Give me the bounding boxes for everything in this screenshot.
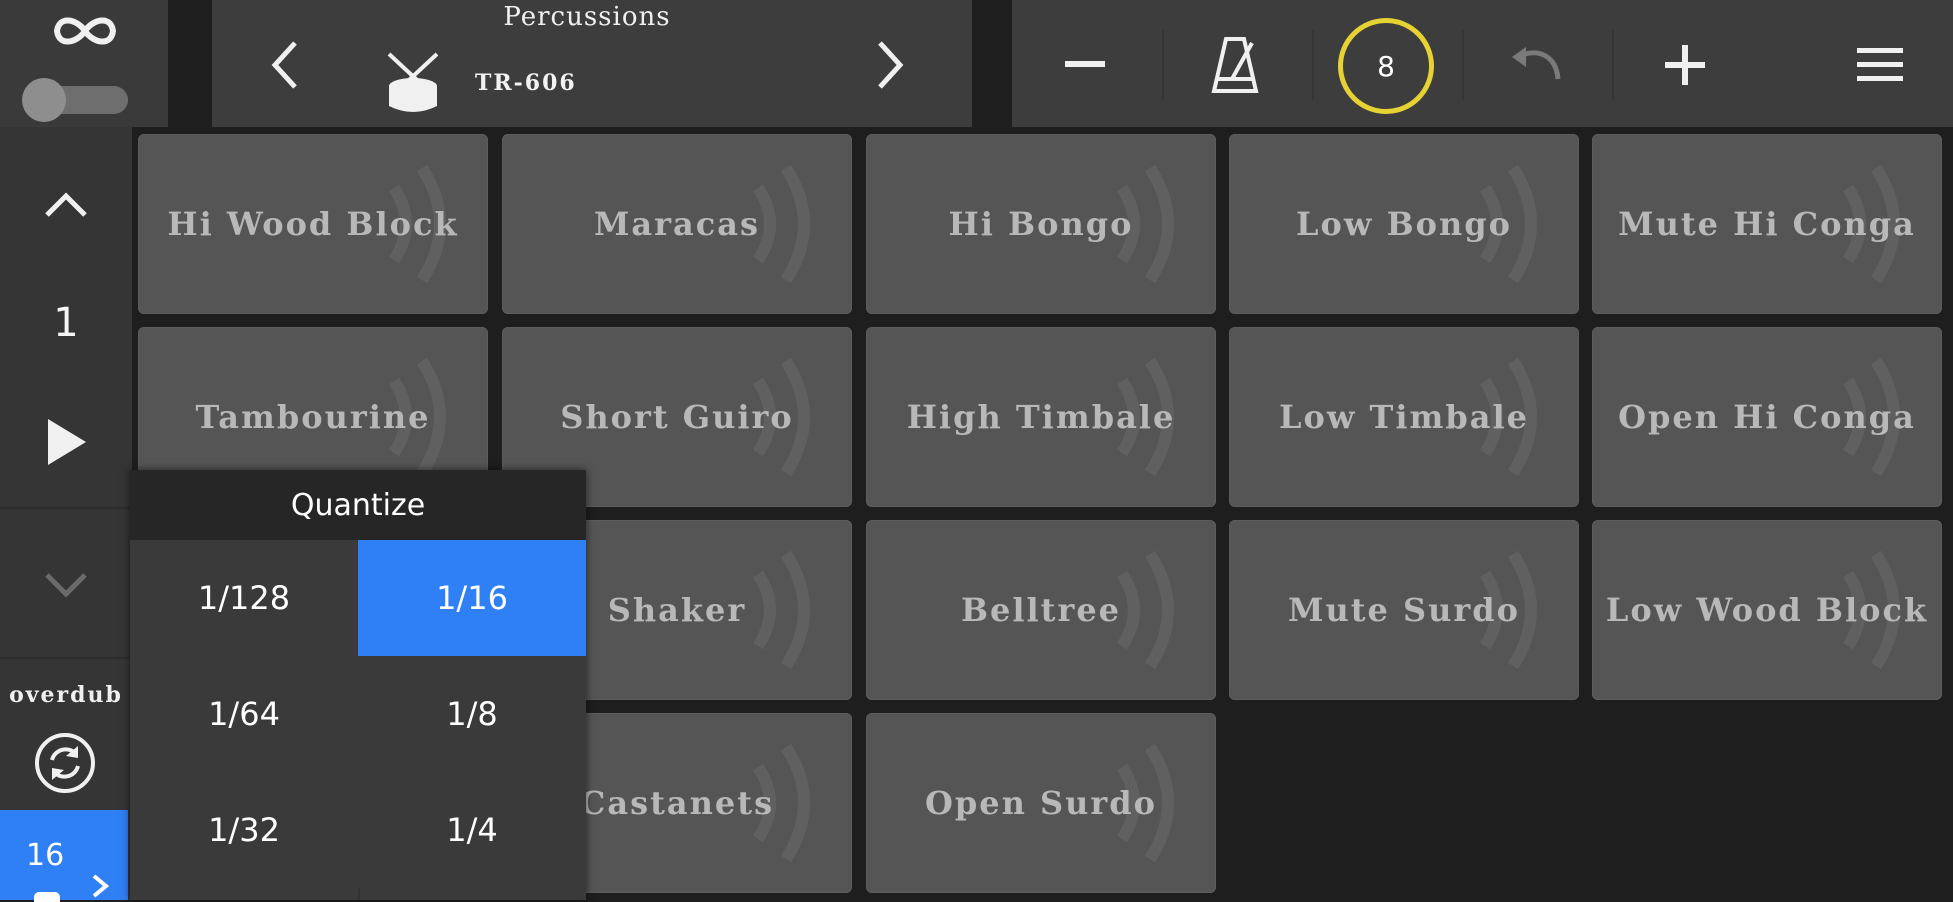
bank-number: 1 [53, 300, 79, 346]
drum-pad[interactable]: Belltree [866, 520, 1216, 700]
bars-value: 16 [26, 838, 65, 873]
quantize-option[interactable]: 1/32 [130, 772, 358, 888]
pad-label: Low Wood Block [1605, 591, 1929, 629]
drum-pad[interactable]: Low Wood Block [1592, 520, 1942, 700]
kit-name[interactable]: TR-606 [475, 70, 577, 96]
pad-label: Low Bongo [1296, 205, 1512, 243]
divider [1162, 30, 1164, 100]
play-icon[interactable] [36, 410, 96, 474]
kit-category-title: Percussions [503, 2, 671, 32]
bars-length-button[interactable]: 16 [0, 810, 128, 902]
pad-label: Hi Bongo [948, 205, 1134, 243]
drum-pad[interactable]: Open Hi Conga [1592, 327, 1942, 507]
undo-icon[interactable] [1495, 30, 1575, 100]
chevron-down-icon[interactable] [30, 560, 102, 610]
chevron-up-icon[interactable] [30, 175, 102, 235]
drum-icon [380, 50, 446, 116]
drum-pad[interactable]: High Timbale [866, 327, 1216, 507]
loop-toggle[interactable] [22, 78, 128, 122]
infinity-icon[interactable] [40, 8, 130, 54]
overdub-label: overdub [9, 682, 123, 708]
drum-pad[interactable]: Hi Bongo [866, 134, 1216, 314]
toggle-knob [22, 78, 66, 122]
pad-label: Maracas [594, 205, 760, 243]
divider [0, 507, 132, 509]
drum-pad[interactable]: Open Surdo [866, 713, 1216, 893]
divider [1462, 30, 1464, 100]
quantize-option[interactable]: 1/16 [358, 540, 586, 656]
quantize-popup: Quantize 1/128 1/16 1/64 1/8 1/32 1/4 [130, 470, 586, 900]
drum-pad[interactable]: Mute Surdo [1229, 520, 1579, 700]
pad-label: Mute Hi Conga [1618, 205, 1916, 243]
drum-pad[interactable]: Hi Wood Block [138, 134, 488, 314]
pad-label: High Timbale [906, 398, 1176, 436]
divider [1612, 30, 1614, 100]
menu-icon[interactable] [1840, 30, 1920, 100]
divider [1312, 30, 1314, 100]
drum-pad[interactable]: Maracas [502, 134, 852, 314]
drum-pad[interactable]: Low Timbale [1229, 327, 1579, 507]
drum-pad[interactable]: Mute Hi Conga [1592, 134, 1942, 314]
quantize-option[interactable]: 1/8 [358, 656, 586, 772]
quantize-option[interactable]: 1/64 [130, 656, 358, 772]
pad-label: Belltree [960, 591, 1122, 629]
chevron-left-icon[interactable] [255, 35, 315, 95]
chevron-right-icon[interactable] [860, 35, 920, 95]
plus-icon[interactable] [1645, 30, 1725, 100]
tempo-value: 8 [1377, 49, 1395, 83]
pad-label: Open Surdo [925, 784, 1157, 822]
pad-label: Open Hi Conga [1618, 398, 1916, 436]
quantize-title: Quantize [130, 470, 586, 540]
minus-icon[interactable] [1045, 30, 1125, 100]
bars-indicator [34, 892, 60, 902]
quantize-option[interactable]: 1/4 [358, 772, 586, 888]
divider [0, 657, 132, 659]
pad-label: Low Timbale [1279, 398, 1529, 436]
metronome-icon[interactable] [1195, 28, 1275, 102]
quantize-option[interactable]: 1/128 [130, 540, 358, 656]
overdub-icon[interactable] [32, 730, 98, 796]
drum-pad[interactable]: Low Bongo [1229, 134, 1579, 314]
tempo-indicator[interactable]: 8 [1338, 18, 1434, 114]
chevron-right-icon [92, 874, 110, 898]
pad-label: Mute Surdo [1288, 591, 1520, 629]
pad-label: Hi Wood Block [167, 205, 459, 243]
